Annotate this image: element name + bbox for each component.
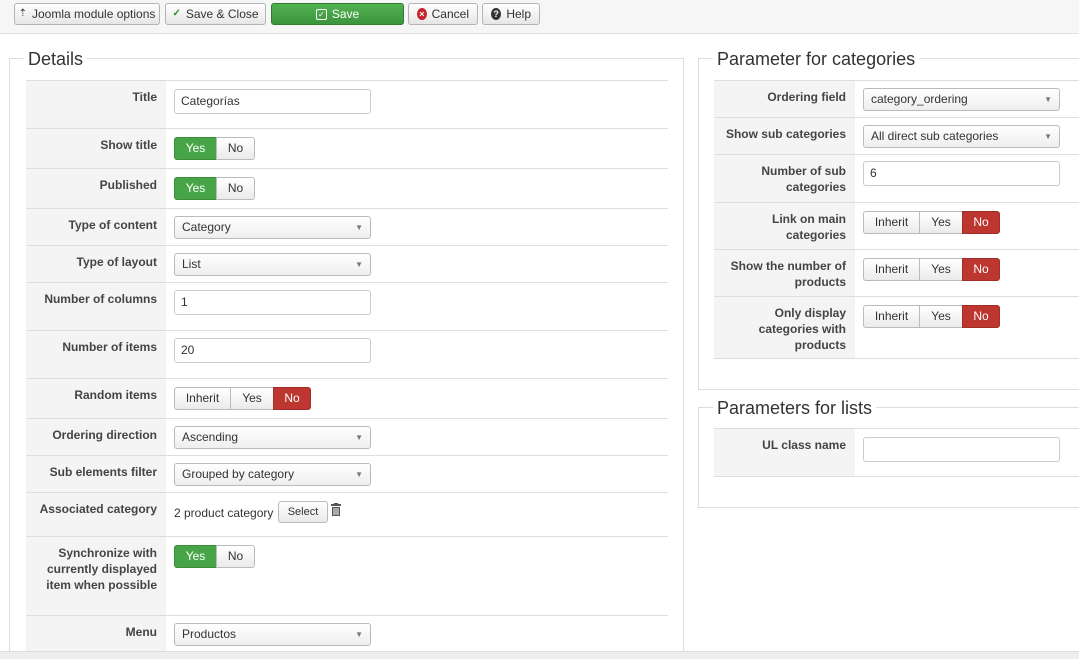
- close-circle-icon: ×: [417, 8, 427, 20]
- categories-table: Ordering field category_ordering ▼ Show …: [714, 80, 1079, 360]
- link-main-yes[interactable]: Yes: [919, 211, 963, 234]
- title-input[interactable]: Categorías: [174, 89, 371, 114]
- link-main-row: Link on main categories Inherit Yes No: [714, 202, 1079, 249]
- categories-legend: Parameter for categories: [713, 48, 920, 70]
- module-options-button[interactable]: ⇡ Joomla module options: [14, 3, 160, 25]
- horizontal-scrollbar[interactable]: [0, 651, 1079, 659]
- published-label: Published: [26, 169, 166, 208]
- upload-icon: ⇡: [18, 8, 27, 19]
- num-items-input[interactable]: 20: [174, 338, 371, 363]
- sync-label: Synchronize with currently displayed ite…: [26, 537, 166, 615]
- menu-select[interactable]: Productos ▼: [174, 623, 371, 646]
- select-category-button[interactable]: Select: [278, 501, 328, 523]
- random-items-row: Random items Inherit Yes No: [26, 378, 668, 418]
- type-content-label: Type of content: [26, 209, 166, 245]
- help-button[interactable]: ? Help: [482, 3, 540, 25]
- trash-icon[interactable]: [330, 503, 342, 517]
- type-layout-select[interactable]: List ▼: [174, 253, 371, 276]
- sub-filter-label: Sub elements filter: [26, 456, 166, 492]
- ordering-field-row: Ordering field category_ordering ▼: [714, 80, 1079, 117]
- random-items-no[interactable]: No: [273, 387, 311, 410]
- ul-class-row: UL class name: [714, 428, 1079, 477]
- ul-class-input[interactable]: [863, 437, 1060, 462]
- sub-filter-row: Sub elements filter Grouped by category …: [26, 455, 668, 492]
- show-title-no[interactable]: No: [216, 137, 255, 160]
- random-items-inherit[interactable]: Inherit: [174, 387, 231, 410]
- only-display-yes[interactable]: Yes: [919, 305, 963, 328]
- only-display-label: Only display categories with products: [714, 297, 855, 358]
- chevron-down-icon: ▼: [355, 630, 363, 639]
- only-display-inherit[interactable]: Inherit: [863, 305, 920, 328]
- type-layout-label: Type of layout: [26, 246, 166, 282]
- checkbox-icon: ✓: [315, 8, 327, 20]
- toolbar: ⇡ Joomla module options ✓ Save & Close ✓…: [0, 0, 1079, 34]
- assoc-category-value: 2 product category: [174, 506, 274, 520]
- ordering-direction-label: Ordering direction: [26, 419, 166, 455]
- num-sub-label: Number of sub categories: [714, 155, 855, 202]
- chevron-down-icon: ▼: [355, 470, 363, 479]
- ordering-field-label: Ordering field: [714, 81, 855, 117]
- num-sub-input[interactable]: 6: [863, 161, 1060, 186]
- published-yes[interactable]: Yes: [174, 177, 217, 200]
- show-number-inherit[interactable]: Inherit: [863, 258, 920, 281]
- num-columns-row: Number of columns 1: [26, 282, 668, 330]
- chevron-down-icon: ▼: [355, 433, 363, 442]
- show-number-no[interactable]: No: [962, 258, 1000, 281]
- num-columns-label: Number of columns: [26, 283, 166, 330]
- chevron-down-icon: ▼: [355, 260, 363, 269]
- ordering-field-select[interactable]: category_ordering ▼: [863, 88, 1060, 111]
- save-button[interactable]: ✓ Save: [271, 3, 404, 25]
- help-icon: ?: [491, 8, 502, 20]
- random-items-yes[interactable]: Yes: [230, 387, 274, 410]
- lists-legend: Parameters for lists: [713, 397, 877, 419]
- details-legend: Details: [24, 48, 88, 70]
- published-row: Published Yes No: [26, 168, 668, 208]
- chevron-down-icon: ▼: [355, 223, 363, 232]
- show-number-label: Show the number of products: [714, 250, 855, 296]
- only-display-no[interactable]: No: [962, 305, 1000, 328]
- title-label: Title: [26, 81, 166, 128]
- show-title-label: Show title: [26, 129, 166, 168]
- chevron-down-icon: ▼: [1044, 95, 1052, 104]
- type-content-select[interactable]: Category ▼: [174, 216, 371, 239]
- show-number-yes[interactable]: Yes: [919, 258, 963, 281]
- show-sub-row: Show sub categories All direct sub categ…: [714, 117, 1079, 154]
- details-fieldset: Details Title Categorías Show title Yes …: [9, 48, 684, 659]
- sub-filter-select[interactable]: Grouped by category ▼: [174, 463, 371, 486]
- show-title-yes[interactable]: Yes: [174, 137, 217, 160]
- ordering-direction-select[interactable]: Ascending ▼: [174, 426, 371, 449]
- published-no[interactable]: No: [216, 177, 255, 200]
- show-title-row: Show title Yes No: [26, 128, 668, 168]
- title-row: Title Categorías: [26, 80, 668, 128]
- check-icon: ✓: [172, 8, 181, 19]
- show-sub-label: Show sub categories: [714, 118, 855, 154]
- lists-fieldset: Parameters for lists UL class name: [698, 397, 1079, 508]
- type-content-row: Type of content Category ▼: [26, 208, 668, 245]
- type-layout-row: Type of layout List ▼: [26, 245, 668, 282]
- categories-fieldset: Parameter for categories Ordering field …: [698, 48, 1079, 390]
- only-display-row: Only display categories with products In…: [714, 296, 1079, 359]
- link-main-label: Link on main categories: [714, 203, 855, 249]
- show-sub-select[interactable]: All direct sub categories ▼: [863, 125, 1060, 148]
- ul-class-label: UL class name: [714, 429, 855, 476]
- assoc-category-label: Associated category: [26, 493, 166, 536]
- num-columns-input[interactable]: 1: [174, 290, 371, 315]
- num-items-label: Number of items: [26, 331, 166, 378]
- cancel-button[interactable]: × Cancel: [408, 3, 478, 25]
- save-close-button[interactable]: ✓ Save & Close: [165, 3, 266, 25]
- num-sub-row: Number of sub categories 6: [714, 154, 1079, 202]
- num-items-row: Number of items 20: [26, 330, 668, 378]
- sync-row: Synchronize with currently displayed ite…: [26, 536, 668, 615]
- show-number-row: Show the number of products Inherit Yes …: [714, 249, 1079, 296]
- lists-table: UL class name: [714, 428, 1079, 478]
- link-main-no[interactable]: No: [962, 211, 1000, 234]
- sync-yes[interactable]: Yes: [174, 545, 217, 568]
- details-table: Title Categorías Show title Yes No Publi…: [26, 80, 668, 659]
- chevron-down-icon: ▼: [1044, 132, 1052, 141]
- link-main-inherit[interactable]: Inherit: [863, 211, 920, 234]
- ordering-direction-row: Ordering direction Ascending ▼: [26, 418, 668, 455]
- assoc-category-row: Associated category 2 product category S…: [26, 492, 668, 536]
- sync-no[interactable]: No: [216, 545, 255, 568]
- random-items-label: Random items: [26, 379, 166, 418]
